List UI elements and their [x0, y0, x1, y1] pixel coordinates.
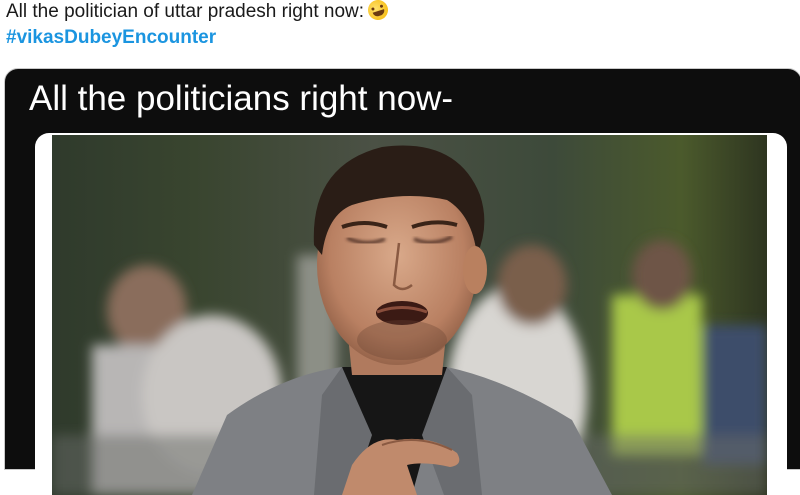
meme-photo-frame: [35, 133, 787, 495]
tweet-text: All the politician of uttar pradesh righ…: [6, 1, 365, 22]
relieved-man-photo-illustration: [52, 145, 767, 495]
laughing-emoji-icon: [365, 0, 391, 23]
hashtag-link[interactable]: #vikasDubeyEncounter: [6, 26, 216, 50]
meme-image-card[interactable]: All the politicians right now-: [4, 68, 800, 495]
meme-photo: [52, 135, 767, 495]
tweet-text-line: All the politician of uttar pradesh righ…: [6, 0, 391, 24]
meme-caption: All the politicians right now-: [29, 79, 454, 118]
